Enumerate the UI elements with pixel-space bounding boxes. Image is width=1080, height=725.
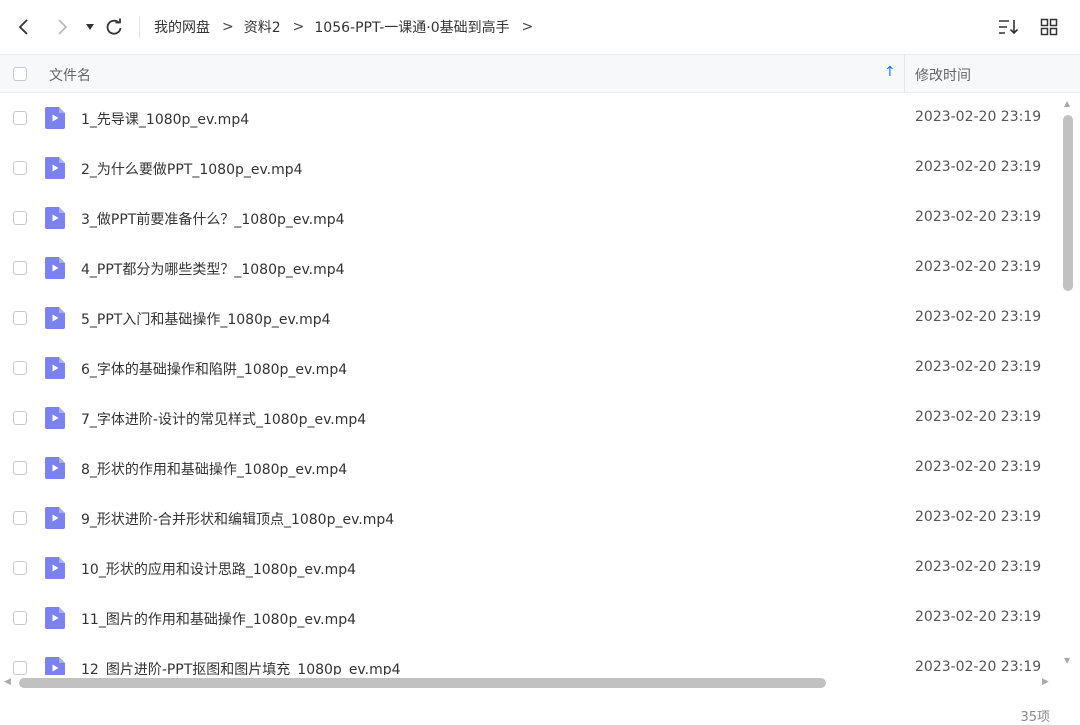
file-row[interactable]: 11_图片的作用和基础操作_1080p_ev.mp4 2023-02-20 23:… xyxy=(0,593,1058,643)
video-file-icon xyxy=(45,357,65,379)
file-modified-time: 2023-02-20 23:19 xyxy=(915,259,1042,275)
file-row[interactable]: 5_PPT入门和基础操作_1080p_ev.mp4 2023-02-20 23:1… xyxy=(0,293,1058,343)
file-modified-time: 2023-02-20 23:19 xyxy=(915,309,1042,325)
vertical-scrollbar[interactable]: ▲ ▼ xyxy=(1061,93,1075,675)
forward-button[interactable] xyxy=(47,12,77,42)
file-name[interactable]: 7_字体进阶-设计的常见样式_1080p_ev.mp4 xyxy=(81,409,366,429)
file-row[interactable]: 10_形状的应用和设计思路_1080p_ev.mp4 2023-02-20 23:… xyxy=(0,543,1058,593)
history-dropdown-button[interactable] xyxy=(83,12,97,42)
file-modified-time: 2023-02-20 23:19 xyxy=(915,359,1042,375)
toolbar-divider xyxy=(139,16,140,38)
file-row[interactable]: 7_字体进阶-设计的常见样式_1080p_ev.mp4 2023-02-20 23… xyxy=(0,393,1058,443)
sort-desc-icon xyxy=(999,20,1019,35)
file-row[interactable]: 6_字体的基础操作和陷阱_1080p_ev.mp4 2023-02-20 23:1… xyxy=(0,343,1058,393)
vertical-scroll-thumb[interactable] xyxy=(1063,115,1073,291)
video-file-icon xyxy=(45,507,65,529)
breadcrumb-item-current[interactable]: 1056-PPT-一课通·0基础到高手 xyxy=(314,17,509,37)
row-checkbox[interactable] xyxy=(13,361,27,375)
file-modified-time: 2023-02-20 23:19 xyxy=(915,459,1042,475)
file-name[interactable]: 1_先导课_1080p_ev.mp4 xyxy=(81,109,249,129)
row-checkbox[interactable] xyxy=(13,411,27,425)
breadcrumb: 我的网盘 > 资料2 > 1056-PPT-一课通·0基础到高手 > xyxy=(154,17,543,37)
file-modified-time: 2023-02-20 23:19 xyxy=(915,609,1042,625)
row-checkbox[interactable] xyxy=(13,211,27,225)
select-all-checkbox[interactable] xyxy=(13,67,27,81)
item-count: 35项 xyxy=(1020,710,1050,725)
file-name[interactable]: 3_做PPT前要准备什么？_1080p_ev.mp4 xyxy=(81,209,345,229)
row-checkbox[interactable] xyxy=(13,161,27,175)
refresh-button[interactable] xyxy=(99,12,129,42)
scroll-up-icon[interactable]: ▲ xyxy=(1064,99,1070,108)
breadcrumb-separator: > xyxy=(222,19,234,35)
time-column-header[interactable]: 修改时间 xyxy=(915,65,971,85)
chevron-right-icon xyxy=(58,19,68,35)
toolbar: 我的网盘 > 资料2 > 1056-PPT-一课通·0基础到高手 > xyxy=(0,0,1080,55)
file-row[interactable]: 1_先导课_1080p_ev.mp4 2023-02-20 23:19 xyxy=(0,93,1058,143)
scroll-down-icon[interactable]: ▼ xyxy=(1064,656,1070,665)
video-file-icon xyxy=(45,207,65,229)
chevron-left-icon xyxy=(18,19,28,35)
name-column-header[interactable]: 文件名 xyxy=(49,65,91,85)
video-file-icon xyxy=(45,257,65,279)
view-toggle-button[interactable] xyxy=(1034,12,1064,42)
video-file-icon xyxy=(45,557,65,579)
file-name[interactable]: 8_形状的作用和基础操作_1080p_ev.mp4 xyxy=(81,459,347,479)
row-checkbox[interactable] xyxy=(13,461,27,475)
horizontal-scroll-thumb[interactable] xyxy=(19,678,826,688)
caret-down-icon xyxy=(86,24,94,30)
video-file-icon xyxy=(45,157,65,179)
file-modified-time: 2023-02-20 23:19 xyxy=(915,559,1042,575)
file-list: 1_先导课_1080p_ev.mp4 2023-02-20 23:19 2_为什么要… xyxy=(0,93,1058,675)
scroll-left-icon[interactable]: ◀ xyxy=(4,677,11,687)
file-row[interactable]: 8_形状的作用和基础操作_1080p_ev.mp4 2023-02-20 23:1… xyxy=(0,443,1058,493)
file-modified-time: 2023-02-20 23:19 xyxy=(915,409,1042,425)
row-checkbox[interactable] xyxy=(13,511,27,525)
video-file-icon xyxy=(45,607,65,629)
video-file-icon xyxy=(45,407,65,429)
file-name[interactable]: 2_为什么要做PPT_1080p_ev.mp4 xyxy=(81,159,303,179)
row-checkbox[interactable] xyxy=(13,661,27,675)
file-row[interactable]: 2_为什么要做PPT_1080p_ev.mp4 2023-02-20 23:19 xyxy=(0,143,1058,193)
file-modified-time: 2023-02-20 23:19 xyxy=(915,659,1042,675)
video-file-icon xyxy=(45,457,65,479)
file-name[interactable]: 12_图片进阶-PPT抠图和图片填充_1080p_ev.mp4 xyxy=(81,659,401,675)
breadcrumb-item-root[interactable]: 我的网盘 xyxy=(154,17,210,37)
refresh-icon xyxy=(106,18,122,35)
video-file-icon xyxy=(45,107,65,129)
row-checkbox[interactable] xyxy=(13,111,27,125)
file-row[interactable]: 4_PPT都分为哪些类型？_1080p_ev.mp4 2023-02-20 23:… xyxy=(0,243,1058,293)
scroll-right-icon[interactable]: ▶ xyxy=(1042,677,1049,687)
file-row[interactable]: 3_做PPT前要准备什么？_1080p_ev.mp4 2023-02-20 23:… xyxy=(0,193,1058,243)
file-name[interactable]: 5_PPT入门和基础操作_1080p_ev.mp4 xyxy=(81,309,331,329)
breadcrumb-separator: > xyxy=(292,19,305,35)
breadcrumb-item-folder[interactable]: 资料2 xyxy=(244,17,281,37)
row-checkbox[interactable] xyxy=(13,611,27,625)
sort-arrow-icon: ↑ xyxy=(884,64,896,80)
file-modified-time: 2023-02-20 23:19 xyxy=(915,159,1042,175)
file-modified-time: 2023-02-20 23:19 xyxy=(915,209,1042,225)
grid-view-icon xyxy=(1040,18,1058,36)
back-button[interactable] xyxy=(9,12,39,42)
file-name[interactable]: 4_PPT都分为哪些类型？_1080p_ev.mp4 xyxy=(81,259,345,279)
file-modified-time: 2023-02-20 23:19 xyxy=(915,509,1042,525)
breadcrumb-separator[interactable]: > xyxy=(522,19,534,35)
horizontal-scrollbar[interactable]: ◀ ▶ xyxy=(0,676,1058,690)
file-name[interactable]: 9_形状进阶-合并形状和编辑顶点_1080p_ev.mp4 xyxy=(81,509,394,529)
video-file-icon xyxy=(45,657,65,675)
file-modified-time: 2023-02-20 23:19 xyxy=(915,109,1042,125)
row-checkbox[interactable] xyxy=(13,561,27,575)
file-list-header: 文件名 ↑ 修改时间 xyxy=(0,55,1080,93)
row-checkbox[interactable] xyxy=(13,261,27,275)
file-name[interactable]: 6_字体的基础操作和陷阱_1080p_ev.mp4 xyxy=(81,359,347,379)
sort-button[interactable] xyxy=(994,12,1024,42)
file-name[interactable]: 10_形状的应用和设计思路_1080p_ev.mp4 xyxy=(81,559,356,579)
file-row[interactable]: 12_图片进阶-PPT抠图和图片填充_1080p_ev.mp4 2023-02-2… xyxy=(0,643,1058,675)
row-checkbox[interactable] xyxy=(13,311,27,325)
file-name[interactable]: 11_图片的作用和基础操作_1080p_ev.mp4 xyxy=(81,609,356,629)
column-divider[interactable] xyxy=(904,55,905,93)
file-row[interactable]: 9_形状进阶-合并形状和编辑顶点_1080p_ev.mp4 2023-02-20 … xyxy=(0,493,1058,543)
video-file-icon xyxy=(45,307,65,329)
